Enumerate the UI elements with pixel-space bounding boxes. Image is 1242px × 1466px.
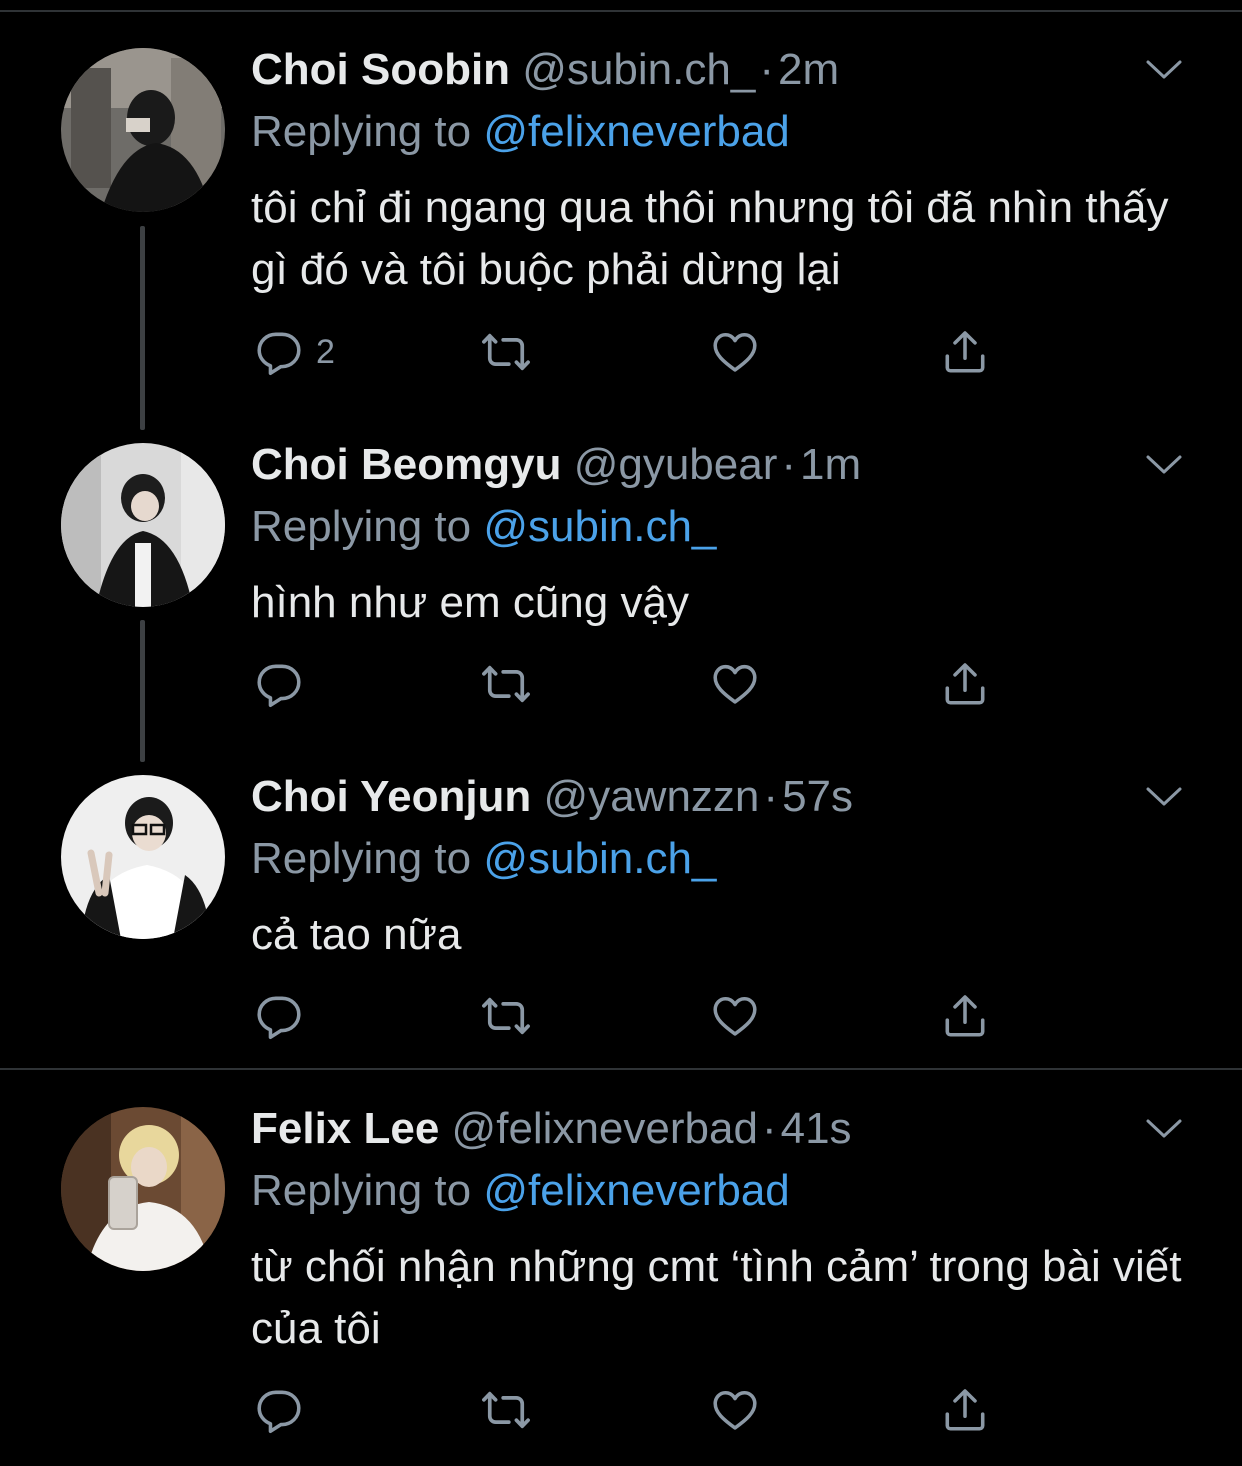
thread-line [140,226,145,430]
avatar[interactable] [61,1107,225,1271]
reply-count: 2 [316,332,335,371]
share-button[interactable] [940,658,990,710]
like-button[interactable] [710,658,760,710]
reply-button[interactable] [254,1384,304,1436]
replying-label: Replying to [251,834,472,883]
replying-label: Replying to [251,502,472,551]
tweet-text: cả tao nữa [251,910,462,959]
like-button[interactable] [710,1384,760,1436]
chevron-down-icon[interactable] [1144,453,1184,477]
retweet-icon [480,990,532,1042]
retweet-button[interactable] [480,1384,532,1436]
display-name[interactable]: Choi Soobin [251,45,510,94]
tweet-text: tôi chỉ đi ngang qua thôi nhưng tôi đã n… [251,183,1169,294]
retweet-icon [480,658,532,710]
replying-mention[interactable]: @subin.ch_ [483,834,716,883]
share-icon [940,327,990,377]
user-handle[interactable]: @felixneverbad [452,1104,758,1153]
like-icon [710,1385,760,1435]
like-button[interactable] [710,990,760,1042]
action-bar [254,990,1014,1042]
divider [0,1068,1242,1070]
replying-mention[interactable]: @felixneverbad [483,1166,789,1215]
retweet-icon [480,1384,532,1436]
timestamp[interactable]: 2m [778,45,839,94]
reply-button[interactable] [254,658,304,710]
action-bar [254,658,1014,710]
share-icon [940,659,990,709]
display-name[interactable]: Felix Lee [251,1104,439,1153]
share-button[interactable] [940,1384,990,1436]
replying-mention[interactable]: @felixneverbad [483,107,789,156]
reply-icon [254,659,304,709]
top-divider [0,10,1242,12]
display-name[interactable]: Choi Beomgyu [251,440,561,489]
like-icon [710,327,760,377]
tweet-header: Felix Lee @felixneverbad·41s [251,1103,852,1155]
retweet-button[interactable] [480,326,532,378]
retweet-button[interactable] [480,990,532,1042]
action-bar [254,1384,1014,1436]
avatar[interactable] [61,775,225,939]
tweet-header: Choi Yeonjun @yawnzzn·57s [251,771,853,823]
separator-dot: · [763,772,779,821]
chevron-down-icon[interactable] [1144,785,1184,809]
reply-icon [254,327,304,377]
user-handle[interactable]: @gyubear [574,440,778,489]
replying-to: Replying to @felixneverbad [251,1165,790,1217]
tweet-text: hình như em cũng vậy [251,578,689,627]
like-icon [710,659,760,709]
replying-label: Replying to [251,107,472,156]
reply-icon [254,1385,304,1435]
chevron-down-icon[interactable] [1144,1117,1184,1141]
retweet-button[interactable] [480,658,532,710]
like-icon [710,991,760,1041]
timestamp[interactable]: 57s [782,772,853,821]
display-name[interactable]: Choi Yeonjun [251,772,531,821]
chevron-down-icon[interactable] [1144,58,1184,82]
timeline: Choi Soobin @subin.ch_·2m Replying to @f… [0,0,1242,1466]
replying-label: Replying to [251,1166,472,1215]
thread-line [140,620,145,762]
separator-dot: · [781,440,797,489]
reply-icon [254,991,304,1041]
avatar[interactable] [61,443,225,607]
replying-to: Replying to @subin.ch_ [251,833,716,885]
user-handle[interactable]: @subin.ch_ [522,45,755,94]
retweet-icon [480,326,532,378]
share-icon [940,991,990,1041]
avatar[interactable] [61,48,225,212]
timestamp[interactable]: 1m [800,440,861,489]
tweet-text: từ chối nhận những cmt ‘tình cảm’ trong … [251,1242,1182,1353]
action-bar: 2 [254,326,1014,378]
reply-button[interactable] [254,990,304,1042]
tweet-header: Choi Soobin @subin.ch_·2m [251,44,839,96]
tweet-header: Choi Beomgyu @gyubear·1m [251,439,861,491]
separator-dot: · [759,45,774,94]
replying-to: Replying to @subin.ch_ [251,501,716,553]
replying-mention[interactable]: @subin.ch_ [483,502,716,551]
reply-button[interactable]: 2 [254,326,335,378]
share-icon [940,1385,990,1435]
user-handle[interactable]: @yawnzzn [544,772,760,821]
replying-to: Replying to @felixneverbad [251,106,790,158]
timestamp[interactable]: 41s [781,1104,852,1153]
share-button[interactable] [940,990,990,1042]
share-button[interactable] [940,326,990,378]
separator-dot: · [761,1104,777,1153]
like-button[interactable] [710,326,760,378]
